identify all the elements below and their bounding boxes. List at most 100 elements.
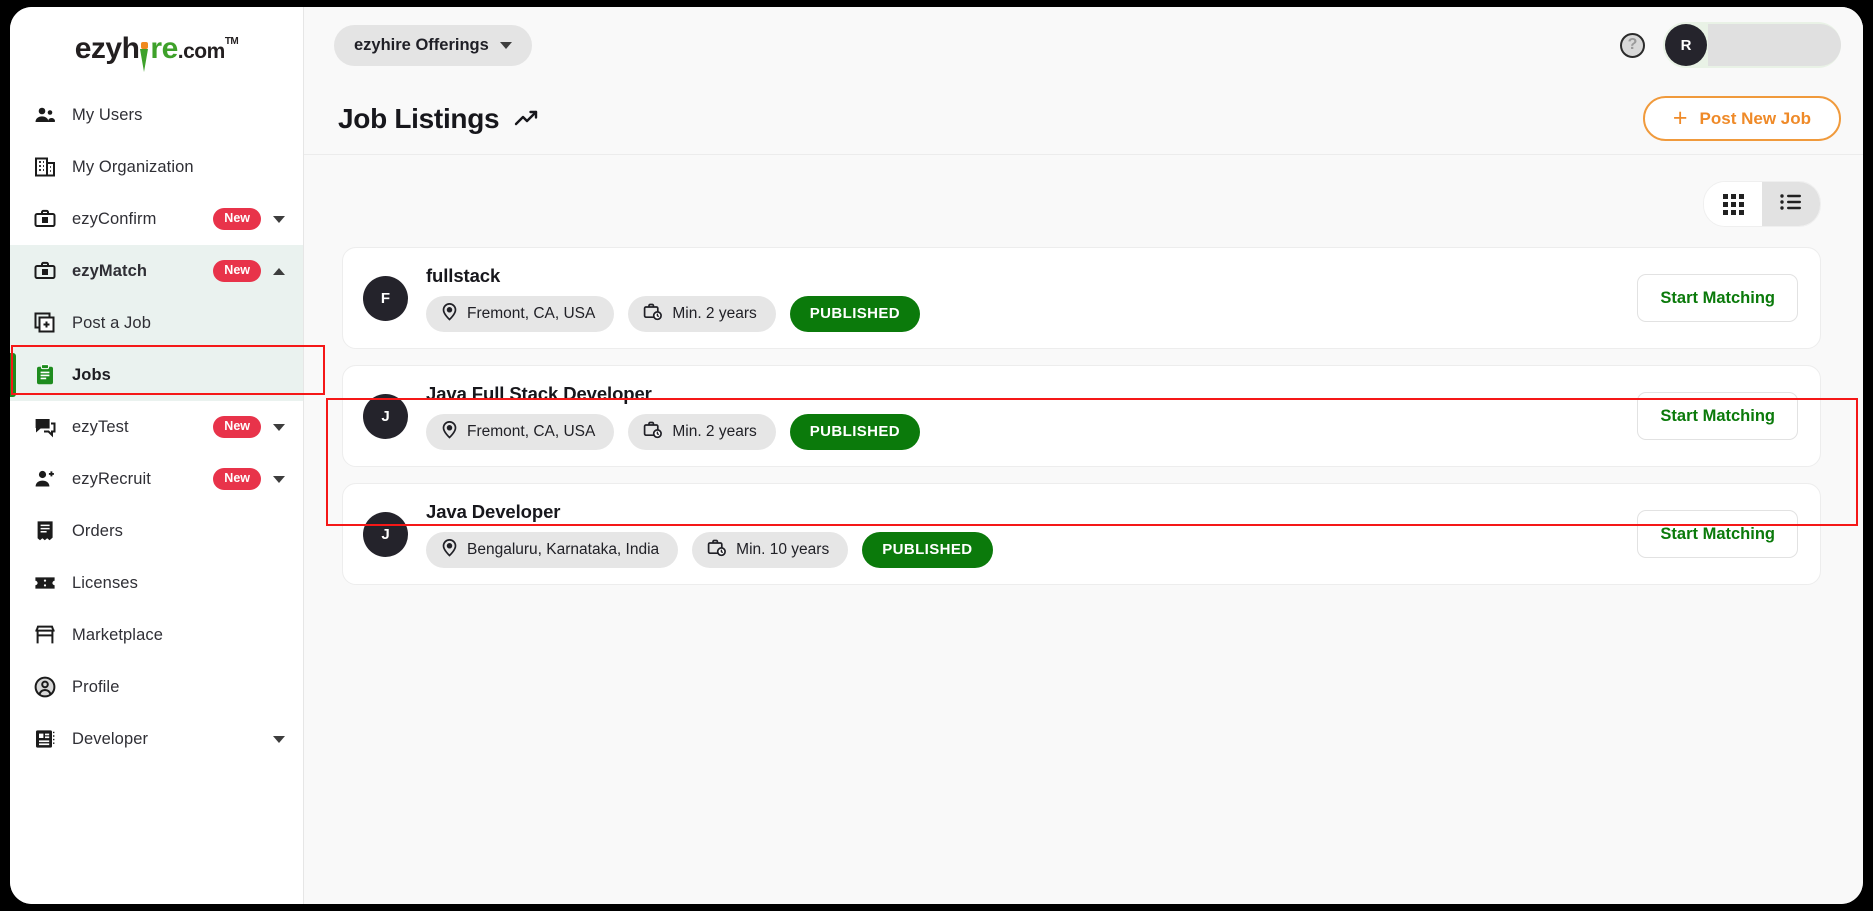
briefcase-clock-icon — [643, 302, 663, 326]
experience-text: Min. 2 years — [672, 422, 757, 440]
sidebar-item-label: Licenses — [72, 573, 138, 592]
briefcase-icon — [32, 206, 58, 232]
page-title: Job Listings — [338, 102, 500, 134]
sidebar-item-post-a-job[interactable]: Post a Job — [10, 297, 303, 349]
chat-icon — [32, 414, 58, 440]
user-menu[interactable]: R — [1663, 22, 1841, 68]
list-icon — [1780, 193, 1802, 216]
user-name-placeholder — [1708, 24, 1841, 66]
avatar: F — [363, 275, 408, 321]
job-meta: Bengaluru, Karnataka, India Min. 10 year… — [426, 531, 1617, 568]
chevron-down-icon[interactable] — [273, 215, 285, 223]
active-accent-bar — [10, 353, 16, 397]
table-row[interactable]: F fullstack Fremont, CA, USA Min. 2 year… — [342, 247, 1821, 349]
new-badge: New — [213, 260, 261, 282]
sidebar-item-label: Jobs — [72, 365, 111, 384]
sidebar-item-orders[interactable]: Orders — [10, 505, 303, 557]
offerings-label: ezyhire Offerings — [354, 35, 489, 54]
location-chip: Bengaluru, Karnataka, India — [426, 531, 679, 568]
content-area: F fullstack Fremont, CA, USA Min. 2 year… — [304, 155, 1863, 904]
job-list: F fullstack Fremont, CA, USA Min. 2 year… — [342, 247, 1821, 585]
new-badge: New — [213, 468, 261, 490]
start-matching-button[interactable]: Start Matching — [1637, 392, 1798, 440]
sidebar-item-label: ezyMatch — [72, 261, 148, 280]
plus-icon: + — [1672, 103, 1688, 132]
chevron-down-icon[interactable] — [273, 735, 285, 743]
top-bar: ezyhire Offerings ? R — [304, 7, 1863, 83]
location-text: Fremont, CA, USA — [467, 422, 596, 440]
logo-trademark: TM — [224, 36, 239, 47]
grid-view-button[interactable] — [1704, 182, 1762, 226]
sidebar-item-licenses[interactable]: Licenses — [10, 557, 303, 609]
store-icon — [32, 622, 58, 648]
job-title: fullstack — [426, 264, 501, 286]
experience-chip: Min. 2 years — [628, 413, 776, 450]
chevron-down-icon[interactable] — [273, 475, 285, 483]
job-meta: Fremont, CA, USA Min. 2 years PUBLISHED — [426, 295, 1617, 332]
experience-text: Min. 10 years — [736, 540, 830, 558]
briefcase-clock-icon — [643, 420, 663, 444]
status-badge: PUBLISHED — [789, 295, 921, 332]
sidebar: ezyhre.comTM My Users My Organization — [10, 7, 325, 904]
building-icon — [32, 154, 58, 180]
sidebar-item-ezyrecruit[interactable]: ezyRecruit New — [10, 453, 303, 505]
sidebar-item-label: Developer — [72, 729, 149, 748]
app-window: ezyhre.comTM My Users My Organization — [10, 7, 1863, 904]
profile-icon — [32, 674, 58, 700]
sidebar-item-label: My Users — [72, 105, 143, 124]
location-pin-icon — [441, 302, 458, 326]
sidebar-item-ezytest[interactable]: ezyTest New — [10, 401, 303, 453]
help-icon[interactable]: ? — [1620, 32, 1645, 58]
job-info: Java Full Stack Developer Fremont, CA, U… — [426, 383, 1617, 450]
logo-text-secondary: re — [150, 32, 178, 65]
add-document-icon — [32, 310, 58, 336]
main-area: ezyhire Offerings ? R Job Listings + Pos… — [304, 7, 1863, 904]
sidebar-item-label: ezyRecruit — [72, 469, 151, 488]
logo-com: com — [183, 40, 225, 63]
logo-text-primary: ezyh — [74, 32, 140, 65]
sidebar-nav: My Users My Organization ezyConfirm New — [10, 83, 303, 765]
sidebar-item-ezymatch[interactable]: ezyMatch New — [10, 245, 303, 297]
receipt-icon — [32, 518, 58, 544]
chevron-up-icon[interactable] — [273, 267, 285, 275]
experience-chip: Min. 10 years — [692, 531, 849, 568]
avatar: J — [363, 511, 408, 557]
new-badge: New — [213, 416, 261, 438]
start-matching-button[interactable]: Start Matching — [1637, 510, 1798, 558]
sidebar-item-label: My Organization — [72, 157, 194, 176]
offerings-dropdown[interactable]: ezyhire Offerings — [334, 24, 532, 66]
page-header: Job Listings + Post New Job — [304, 83, 1863, 155]
sidebar-item-label: ezyTest — [72, 417, 129, 436]
status-badge: PUBLISHED — [789, 413, 921, 450]
app-logo[interactable]: ezyh re. com TM — [10, 7, 303, 83]
table-row[interactable]: J Java Developer Bengaluru, Karnataka, I… — [342, 483, 1821, 585]
chevron-down-icon[interactable] — [273, 423, 285, 431]
job-meta: Fremont, CA, USA Min. 2 years PUBLISHED — [426, 413, 1617, 450]
sidebar-item-profile[interactable]: Profile — [10, 661, 303, 713]
sidebar-item-ezyconfirm[interactable]: ezyConfirm New — [10, 193, 303, 245]
sidebar-item-my-users[interactable]: My Users — [10, 89, 303, 141]
sidebar-item-label: Orders — [72, 521, 124, 540]
location-text: Fremont, CA, USA — [467, 304, 596, 322]
table-row[interactable]: J Java Full Stack Developer Fremont, CA,… — [342, 365, 1821, 467]
experience-text: Min. 2 years — [672, 304, 757, 322]
sidebar-item-jobs[interactable]: Jobs — [10, 349, 303, 401]
briefcase-clock-icon — [707, 538, 727, 562]
chevron-down-icon — [499, 41, 512, 49]
sidebar-item-developer[interactable]: Developer — [10, 713, 303, 765]
avatar: J — [363, 393, 408, 439]
job-title: Java Full Stack Developer — [426, 382, 652, 404]
new-badge: New — [213, 208, 261, 230]
start-matching-button[interactable]: Start Matching — [1637, 274, 1798, 322]
location-chip: Fremont, CA, USA — [426, 413, 615, 450]
ticket-icon — [32, 570, 58, 596]
sidebar-item-label: Profile — [72, 677, 120, 696]
sidebar-item-my-organization[interactable]: My Organization — [10, 141, 303, 193]
sidebar-item-marketplace[interactable]: Marketplace — [10, 609, 303, 661]
post-new-job-button[interactable]: + Post New Job — [1642, 96, 1841, 141]
avatar: R — [1665, 24, 1707, 66]
trending-up-icon — [513, 108, 541, 130]
list-view-button[interactable] — [1762, 182, 1820, 226]
user-add-icon — [32, 466, 58, 492]
post-new-job-label: Post New Job — [1699, 108, 1811, 128]
